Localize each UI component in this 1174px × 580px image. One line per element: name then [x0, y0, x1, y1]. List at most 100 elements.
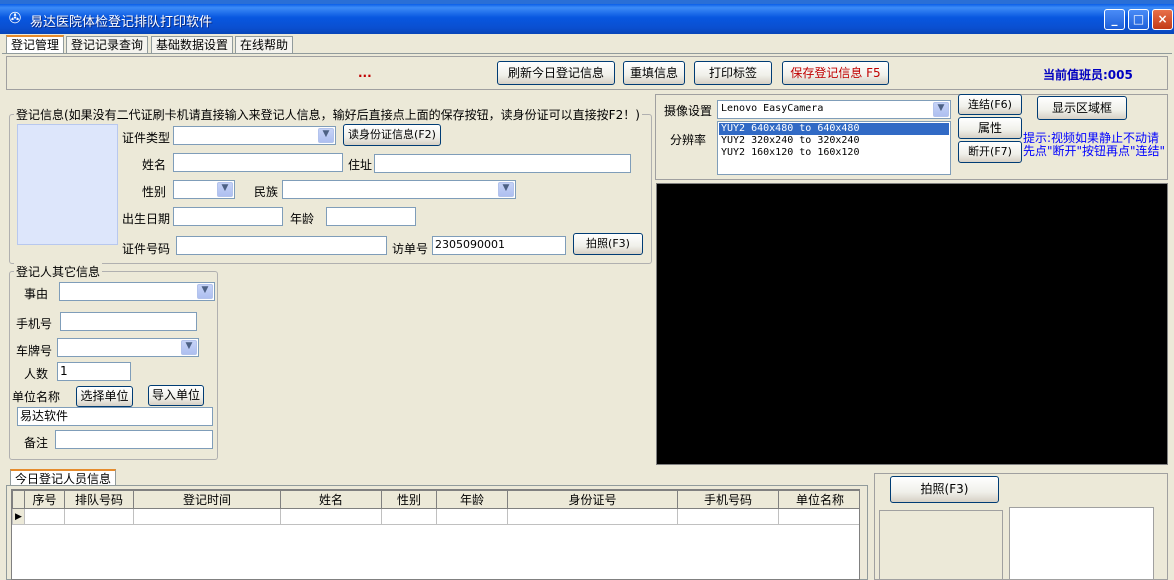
photo-button-reg[interactable]: 拍照(F3): [573, 233, 643, 255]
chevron-down-icon: ▼: [181, 340, 197, 355]
chevron-down-icon: ▼: [197, 284, 213, 299]
col-header[interactable]: 登记时间: [133, 490, 281, 509]
chevron-down-icon: ▼: [933, 102, 949, 117]
age-input[interactable]: [326, 207, 416, 226]
tab-base-data[interactable]: 基础数据设置: [151, 36, 234, 53]
reg-info-title: 登记信息(如果没有二代证刷卡机请直接输入来登记人信息，输好后直接点上面的保存按钮…: [14, 106, 642, 123]
age-label: 年龄: [290, 212, 315, 226]
resolution-option[interactable]: YUY2 640x480 to 640x480: [719, 123, 949, 135]
ethnicity-select[interactable]: ▼: [282, 180, 516, 199]
table-cell[interactable]: [778, 508, 859, 525]
id-photo-area: [17, 124, 118, 245]
table-cell[interactable]: [280, 508, 382, 525]
count-input[interactable]: 1: [57, 362, 131, 381]
address-input[interactable]: [374, 154, 631, 173]
table-cell[interactable]: [507, 508, 678, 525]
row-pointer-icon: ▶: [12, 508, 25, 525]
app-icon: ✇: [8, 9, 22, 27]
chevron-down-icon: ▼: [498, 182, 514, 197]
video-preview: [656, 183, 1168, 465]
connect-button[interactable]: 连结(F6): [958, 94, 1022, 115]
duty-staff: 当前值班员:005: [1043, 68, 1133, 82]
photo-thumb-right: [1009, 507, 1154, 580]
photo-thumb-left: [879, 510, 1003, 580]
col-header[interactable]: 性别: [381, 490, 437, 509]
col-header[interactable]: 单位名称: [778, 490, 859, 509]
table-cell[interactable]: [24, 508, 65, 525]
id-number-label: 证件号码: [122, 242, 171, 256]
visit-no-label: 访单号: [392, 242, 429, 256]
choose-company-button[interactable]: 选择单位: [76, 386, 133, 407]
minimize-button[interactable]: _: [1104, 9, 1125, 30]
resolution-list[interactable]: YUY2 640x480 to 640x480 YUY2 320x240 to …: [717, 121, 951, 175]
table-cell[interactable]: [436, 508, 508, 525]
phone-input[interactable]: [60, 312, 197, 331]
photo-button-bottom[interactable]: 拍照(F3): [890, 476, 999, 503]
reset-button[interactable]: 重填信息: [623, 61, 685, 85]
col-header[interactable]: 姓名: [280, 490, 382, 509]
phone-label: 手机号: [16, 317, 53, 331]
status-indicator: ...: [358, 66, 372, 80]
properties-button[interactable]: 属性: [958, 117, 1022, 139]
note-label: 备注: [24, 436, 49, 450]
table-row[interactable]: ▶: [12, 508, 859, 525]
close-button[interactable]: ×: [1152, 9, 1173, 30]
birth-label: 出生日期: [122, 212, 171, 226]
count-label: 人数: [24, 367, 49, 381]
tab-line: [2, 53, 1172, 54]
other-info-title: 登记人其它信息: [14, 263, 103, 280]
print-label-button[interactable]: 打印标签: [694, 61, 772, 85]
row-header: [12, 490, 25, 509]
disconnect-button[interactable]: 断开(F7): [958, 141, 1022, 163]
read-id-button[interactable]: 读身份证信息(F2): [343, 124, 441, 146]
import-company-button[interactable]: 导入单位: [148, 385, 204, 406]
table-cell[interactable]: [677, 508, 779, 525]
id-type-select[interactable]: ▼: [173, 126, 336, 145]
reason-label: 事由: [24, 287, 49, 301]
col-header[interactable]: 身份证号: [507, 490, 678, 509]
plate-label: 车牌号: [16, 344, 53, 358]
chevron-down-icon: ▼: [217, 182, 233, 197]
tab-online-help[interactable]: 在线帮助: [235, 36, 294, 53]
col-header[interactable]: 手机号码: [677, 490, 779, 509]
address-label: 住址: [348, 158, 373, 172]
resolution-label: 分辨率: [670, 133, 707, 147]
col-header[interactable]: 年龄: [436, 490, 508, 509]
refresh-today-button[interactable]: 刷新今日登记信息: [497, 61, 615, 85]
window-title: 易达医院体检登记排队打印软件: [30, 15, 213, 30]
id-number-input[interactable]: [176, 236, 387, 255]
name-input[interactable]: [173, 153, 343, 172]
company-label: 单位名称: [12, 390, 61, 404]
id-type-label: 证件类型: [122, 131, 171, 145]
table-cell[interactable]: [133, 508, 281, 525]
resolution-option[interactable]: YUY2 160x120 to 160x120: [719, 147, 949, 159]
camera-label: 摄像设置: [664, 104, 713, 118]
company-input[interactable]: 易达软件: [17, 407, 213, 426]
note-input[interactable]: [55, 430, 213, 449]
save-button[interactable]: 保存登记信息 F5: [782, 61, 889, 85]
plate-select[interactable]: ▼: [57, 338, 199, 357]
visit-no-input[interactable]: 2305090001: [432, 236, 566, 255]
name-label: 姓名: [142, 158, 167, 172]
reason-select[interactable]: ▼: [59, 282, 215, 301]
chevron-down-icon: ▼: [318, 128, 334, 143]
ethnicity-label: 民族: [254, 185, 279, 199]
col-header[interactable]: 排队号码: [64, 490, 134, 509]
show-region-button[interactable]: 显示区域框: [1037, 96, 1127, 120]
resolution-option[interactable]: YUY2 320x240 to 320x240: [719, 135, 949, 147]
table-cell[interactable]: [64, 508, 134, 525]
camera-select[interactable]: Lenovo EasyCamera ▼: [717, 100, 951, 119]
gender-select[interactable]: ▼: [173, 180, 235, 199]
today-table: 序号 排队号码 登记时间 姓名 性别 年龄 身份证号 手机号码 单位名称 ▶: [12, 490, 859, 525]
camera-select-value: Lenovo EasyCamera: [721, 103, 824, 114]
camera-hint-line2: 先点"断开"按钮再点"连结": [1023, 144, 1166, 158]
tab-record-query[interactable]: 登记记录查询: [66, 36, 149, 53]
maximize-button[interactable]: □: [1128, 9, 1149, 30]
tab-register[interactable]: 登记管理: [6, 35, 65, 53]
col-header[interactable]: 序号: [24, 490, 65, 509]
today-grid[interactable]: 序号 排队号码 登记时间 姓名 性别 年龄 身份证号 手机号码 单位名称 ▶: [11, 489, 860, 580]
title-bar[interactable]: ✇ 易达医院体检登记排队打印软件 _ □ ×: [0, 4, 1174, 34]
table-cell[interactable]: [381, 508, 437, 525]
birth-input[interactable]: [173, 207, 283, 226]
gender-label: 性别: [142, 185, 167, 199]
